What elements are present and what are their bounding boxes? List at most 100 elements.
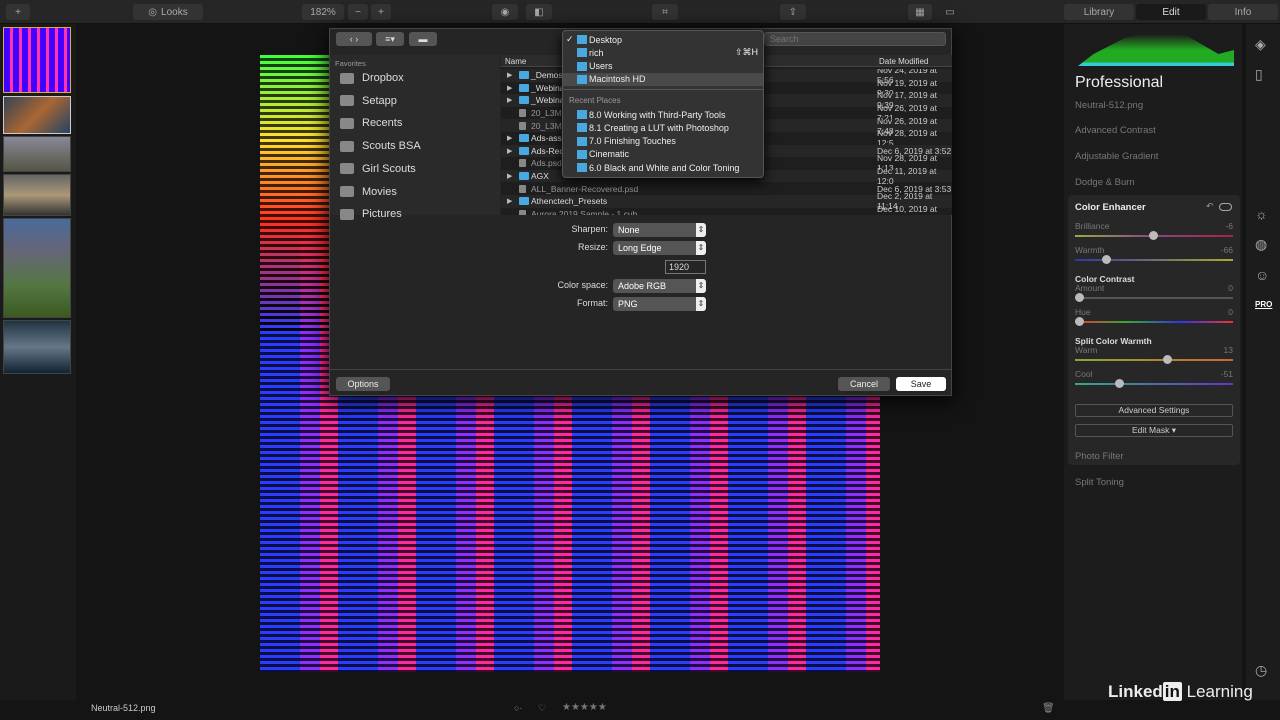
location-item[interactable]: ✓ Desktop: [563, 33, 763, 46]
share-icon[interactable]: ⇪: [780, 4, 806, 20]
favorite-item[interactable]: Movies: [340, 186, 397, 198]
slider-track[interactable]: [1075, 383, 1233, 385]
tool-item[interactable]: Dodge & Burn: [1075, 177, 1135, 188]
slider-amount[interactable]: Amount 0: [1075, 283, 1233, 303]
advanced-settings-button[interactable]: Advanced Settings: [1075, 404, 1233, 417]
slider-track[interactable]: [1075, 321, 1233, 323]
tool-photo-filter[interactable]: Photo Filter: [1075, 451, 1124, 462]
slider-knob[interactable]: [1163, 355, 1173, 364]
slider-warm[interactable]: Warm 13: [1075, 345, 1233, 365]
thumbnail[interactable]: [3, 96, 71, 134]
tool-item[interactable]: Advanced Contrast: [1075, 125, 1156, 136]
location-item[interactable]: rich ⇧⌘H: [563, 46, 763, 59]
resize-value-input[interactable]: 1920: [665, 260, 706, 274]
thumbnail[interactable]: [3, 27, 71, 93]
disclosure-triangle-icon[interactable]: ▶: [507, 71, 512, 79]
column-name[interactable]: Name: [505, 57, 526, 66]
file-name: Ads-ass: [531, 133, 562, 144]
slider-label: Warm: [1075, 345, 1098, 355]
tool-item[interactable]: Adjustable Gradient: [1075, 151, 1158, 162]
star-rating[interactable]: ★★★★★: [562, 702, 607, 713]
disclosure-triangle-icon[interactable]: ▶: [507, 197, 512, 205]
new-folder-button[interactable]: ▬: [409, 32, 437, 46]
disclosure-triangle-icon[interactable]: ▶: [507, 147, 512, 155]
thumbnail[interactable]: [3, 174, 71, 216]
slider-track[interactable]: [1075, 297, 1233, 299]
tool-split-toning[interactable]: Split Toning: [1075, 477, 1124, 488]
slider-knob[interactable]: [1149, 231, 1159, 240]
disclosure-triangle-icon[interactable]: ▶: [507, 84, 512, 92]
pro-icon[interactable]: PRO: [1255, 300, 1272, 309]
disclosure-triangle-icon[interactable]: ▶: [507, 134, 512, 142]
heart-icon[interactable]: ♡: [538, 703, 546, 714]
slider-cool[interactable]: Cool -51: [1075, 369, 1233, 389]
save-button[interactable]: Save: [896, 377, 946, 391]
disclosure-triangle-icon[interactable]: ▶: [507, 96, 512, 104]
search-input[interactable]: [764, 32, 946, 46]
favorite-item[interactable]: Setapp: [340, 95, 397, 107]
flag-icon[interactable]: ○·: [514, 703, 522, 713]
zoom-in-button[interactable]: +: [371, 4, 391, 20]
recent-place-item[interactable]: 8.0 Working with Third-Party Tools: [563, 108, 763, 121]
tab-edit[interactable]: Edit: [1136, 4, 1206, 20]
slider-hue[interactable]: Hue 0: [1075, 307, 1233, 327]
slider-brilliance[interactable]: Brilliance -6: [1075, 221, 1233, 241]
face-icon[interactable]: ☺: [1255, 267, 1269, 283]
disclosure-triangle-icon[interactable]: ▶: [507, 172, 512, 180]
tab-info[interactable]: Info: [1208, 4, 1278, 20]
crop-icon[interactable]: ⌗: [652, 4, 678, 20]
single-view-icon[interactable]: ▭: [938, 4, 962, 20]
compare-icon[interactable]: ◧: [526, 4, 552, 20]
view-options-button[interactable]: ≡▾: [376, 32, 404, 46]
recent-place-item[interactable]: 7.0 Finishing Touches: [563, 135, 763, 148]
slider-knob[interactable]: [1101, 255, 1111, 264]
cancel-button[interactable]: Cancel: [838, 377, 890, 391]
add-button[interactable]: +: [6, 4, 30, 20]
slider-knob[interactable]: [1075, 293, 1084, 302]
recent-place-item[interactable]: Cinematic: [563, 148, 763, 161]
history-icon[interactable]: ◷: [1255, 662, 1267, 679]
sun-icon[interactable]: ☼: [1255, 206, 1268, 222]
file-icon: [519, 159, 526, 168]
tab-library[interactable]: Library: [1064, 4, 1134, 20]
slider-track[interactable]: [1075, 359, 1233, 361]
option-select[interactable]: Long Edge: [613, 241, 706, 255]
thumbnail[interactable]: [3, 320, 71, 374]
reset-icon[interactable]: ↶: [1206, 201, 1214, 212]
back-forward-buttons[interactable]: ‹ ›: [336, 32, 372, 46]
looks-button[interactable]: ◎ Looks: [133, 4, 203, 20]
trash-icon[interactable]: 🗑: [1042, 703, 1055, 714]
option-select[interactable]: PNG: [613, 297, 706, 311]
slider-knob[interactable]: [1114, 379, 1124, 388]
slider-knob[interactable]: [1075, 317, 1084, 326]
edit-mask-button[interactable]: Edit Mask ▾: [1075, 424, 1233, 437]
option-select[interactable]: None: [613, 223, 706, 237]
zoom-dropdown[interactable]: 182%: [302, 4, 344, 20]
favorite-item[interactable]: Girl Scouts: [340, 163, 416, 175]
eye-icon[interactable]: ◉: [492, 4, 518, 20]
thumbnail[interactable]: [3, 218, 71, 318]
zoom-out-button[interactable]: −: [348, 4, 368, 20]
favorite-item[interactable]: Pictures: [340, 208, 402, 220]
grid-view-icon[interactable]: ▦: [908, 4, 932, 20]
file-row[interactable]: Aurora 2019 Sample - 1.cub Dec 10, 2019 a…: [501, 204, 952, 215]
location-item[interactable]: Macintosh HD: [563, 72, 763, 86]
toggle-switch[interactable]: [1219, 203, 1232, 211]
favorite-item[interactable]: Dropbox: [340, 72, 404, 84]
slider-track[interactable]: [1075, 259, 1233, 261]
column-date-modified[interactable]: Date Modified: [879, 57, 928, 66]
favorite-item[interactable]: Scouts BSA: [340, 140, 421, 152]
options-button[interactable]: Options: [336, 377, 390, 391]
option-select[interactable]: Adobe RGB: [613, 279, 706, 293]
workspace-title[interactable]: Professional: [1075, 74, 1163, 92]
layers-icon[interactable]: ◈: [1255, 36, 1266, 53]
recent-place-item[interactable]: 8.1 Creating a LUT with Photoshop: [563, 121, 763, 134]
favorite-item[interactable]: Recents: [340, 117, 402, 129]
location-item[interactable]: Users: [563, 60, 763, 73]
recent-place-item[interactable]: 6.0 Black and White and Color Toning: [563, 161, 763, 174]
thumbnail[interactable]: [3, 136, 71, 172]
color-enhancer-title[interactable]: Color Enhancer: [1075, 202, 1146, 213]
slider-warmth[interactable]: Warmth -66: [1075, 245, 1233, 265]
presets-icon[interactable]: ▯: [1255, 66, 1263, 83]
palette-icon[interactable]: ◍: [1255, 236, 1267, 253]
